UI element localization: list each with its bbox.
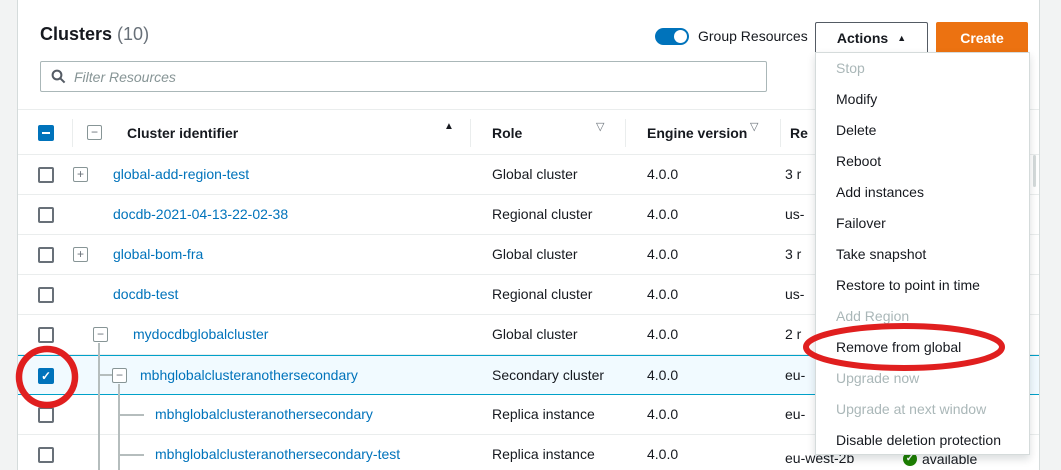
column-header-role[interactable]: Role (492, 118, 522, 148)
engine-version-cell: 4.0.0 (647, 435, 678, 470)
minus-glyph: − (97, 327, 104, 341)
row-checkbox[interactable] (38, 447, 54, 463)
engine-version-cell: 4.0.0 (647, 356, 678, 394)
create-button[interactable]: Create (936, 22, 1028, 54)
instance-link[interactable]: mbhglobalclusteranothersecondary-test (155, 435, 400, 470)
menu-item-stop: Stop (816, 53, 1029, 84)
role-filter-icon[interactable]: ▽ (596, 120, 604, 133)
page-count: (10) (117, 24, 149, 44)
menu-item-upgrade-now: Upgrade now (816, 363, 1029, 394)
cluster-link[interactable]: docdb-test (113, 275, 178, 314)
engine-version-cell: 4.0.0 (647, 195, 678, 234)
row-checkbox[interactable] (38, 247, 54, 263)
plus-glyph: + (77, 247, 84, 261)
menu-item-remove-from-global[interactable]: Remove from global (816, 332, 1029, 363)
expand-icon[interactable]: + (73, 247, 88, 262)
plus-glyph: + (77, 167, 84, 181)
menu-item-delete[interactable]: Delete (816, 115, 1029, 146)
filter-resources-input[interactable] (74, 69, 766, 85)
caret-up-icon: ▲ (897, 33, 906, 43)
tree-line-connector (118, 414, 144, 416)
minus-glyph: − (116, 368, 123, 382)
region-cell: eu- (785, 395, 805, 434)
page-title-text: Clusters (40, 24, 112, 44)
collapse-icon[interactable]: − (93, 327, 108, 342)
tree-line-connector (118, 454, 144, 456)
menu-item-disable-deletion-protection[interactable]: Disable deletion protection (816, 425, 1029, 456)
create-button-label: Create (960, 30, 1004, 46)
engine-version-cell: 4.0.0 (647, 155, 678, 194)
cluster-link[interactable]: global-add-region-test (113, 155, 249, 194)
instance-link[interactable]: mbhglobalclusteranothersecondary (155, 395, 373, 434)
group-resources-toggle[interactable] (655, 28, 689, 45)
menu-item-upgrade-at-next-window: Upgrade at next window (816, 394, 1029, 425)
cluster-link[interactable]: mydocdbglobalcluster (133, 315, 268, 354)
tree-line-vertical (118, 384, 120, 470)
menu-item-take-snapshot[interactable]: Take snapshot (816, 239, 1029, 270)
cluster-link[interactable]: mbhglobalclusteranothersecondary (140, 356, 358, 394)
actions-button-label: Actions (837, 30, 888, 46)
engine-version-cell: 4.0.0 (647, 275, 678, 314)
minus-glyph: − (91, 125, 98, 139)
cluster-link[interactable]: docdb-2021-04-13-22-02-38 (113, 195, 288, 234)
engine-version-cell: 4.0.0 (647, 315, 678, 354)
expand-icon[interactable]: + (73, 167, 88, 182)
region-cell: us- (785, 275, 804, 314)
group-resources-label: Group Resources (698, 28, 808, 45)
column-divider (470, 119, 471, 147)
menu-item-add-region: Add Region (816, 301, 1029, 332)
region-cell: eu- (785, 356, 805, 394)
role-cell: Global cluster (492, 155, 578, 194)
column-divider (625, 119, 626, 147)
menu-item-failover[interactable]: Failover (816, 208, 1029, 239)
row-checkbox[interactable] (38, 407, 54, 423)
menu-item-restore-to-point-in-time[interactable]: Restore to point in time (816, 270, 1029, 301)
region-cell: 2 r (785, 315, 801, 354)
row-checkbox[interactable] (38, 207, 54, 223)
check-glyph: ✓ (41, 369, 51, 383)
collapse-all-icon[interactable]: − (87, 125, 102, 140)
column-header-region[interactable]: Re (790, 118, 808, 148)
row-checkbox[interactable] (38, 167, 54, 183)
column-header-engine-version[interactable]: Engine version (647, 118, 747, 148)
vertical-scrollbar[interactable] (1033, 155, 1036, 187)
engine-version-filter-icon[interactable]: ▽ (750, 120, 758, 133)
engine-version-cell: 4.0.0 (647, 235, 678, 274)
search-icon (51, 69, 66, 84)
column-divider (780, 119, 781, 147)
toggle-knob (674, 30, 687, 43)
row-checkbox[interactable] (38, 327, 54, 343)
region-cell: 3 r (785, 235, 801, 274)
role-cell: Regional cluster (492, 275, 592, 314)
menu-item-modify[interactable]: Modify (816, 84, 1029, 115)
column-header-cluster-identifier[interactable]: Cluster identifier (127, 118, 238, 148)
row-checkbox[interactable] (38, 287, 54, 303)
region-cell: 3 r (785, 155, 801, 194)
role-cell: Replica instance (492, 435, 595, 470)
cluster-link[interactable]: global-bom-fra (113, 235, 203, 274)
menu-item-add-instances[interactable]: Add instances (816, 177, 1029, 208)
select-all-checkbox[interactable] (38, 125, 54, 141)
role-cell: Replica instance (492, 395, 595, 434)
role-cell: Secondary cluster (492, 356, 604, 394)
documentdb-clusters-page: Clusters (10) Group Resources Actions ▲ … (0, 0, 1061, 470)
actions-dropdown-menu: Stop Modify Delete Reboot Add instances … (815, 52, 1030, 455)
region-cell: us- (785, 195, 804, 234)
page-title: Clusters (10) (40, 24, 149, 45)
actions-button[interactable]: Actions ▲ (815, 22, 928, 54)
row-checkbox-checked[interactable]: ✓ (38, 368, 54, 384)
tree-line-connector (98, 374, 112, 376)
column-divider (72, 119, 73, 147)
engine-version-cell: 4.0.0 (647, 395, 678, 434)
sort-ascending-icon[interactable]: ▲ (444, 121, 454, 132)
collapse-icon[interactable]: − (112, 368, 127, 383)
filter-resources-box (40, 61, 767, 92)
tree-line-vertical (98, 343, 100, 470)
menu-item-reboot[interactable]: Reboot (816, 146, 1029, 177)
role-cell: Global cluster (492, 235, 578, 274)
role-cell: Global cluster (492, 315, 578, 354)
role-cell: Regional cluster (492, 195, 592, 234)
